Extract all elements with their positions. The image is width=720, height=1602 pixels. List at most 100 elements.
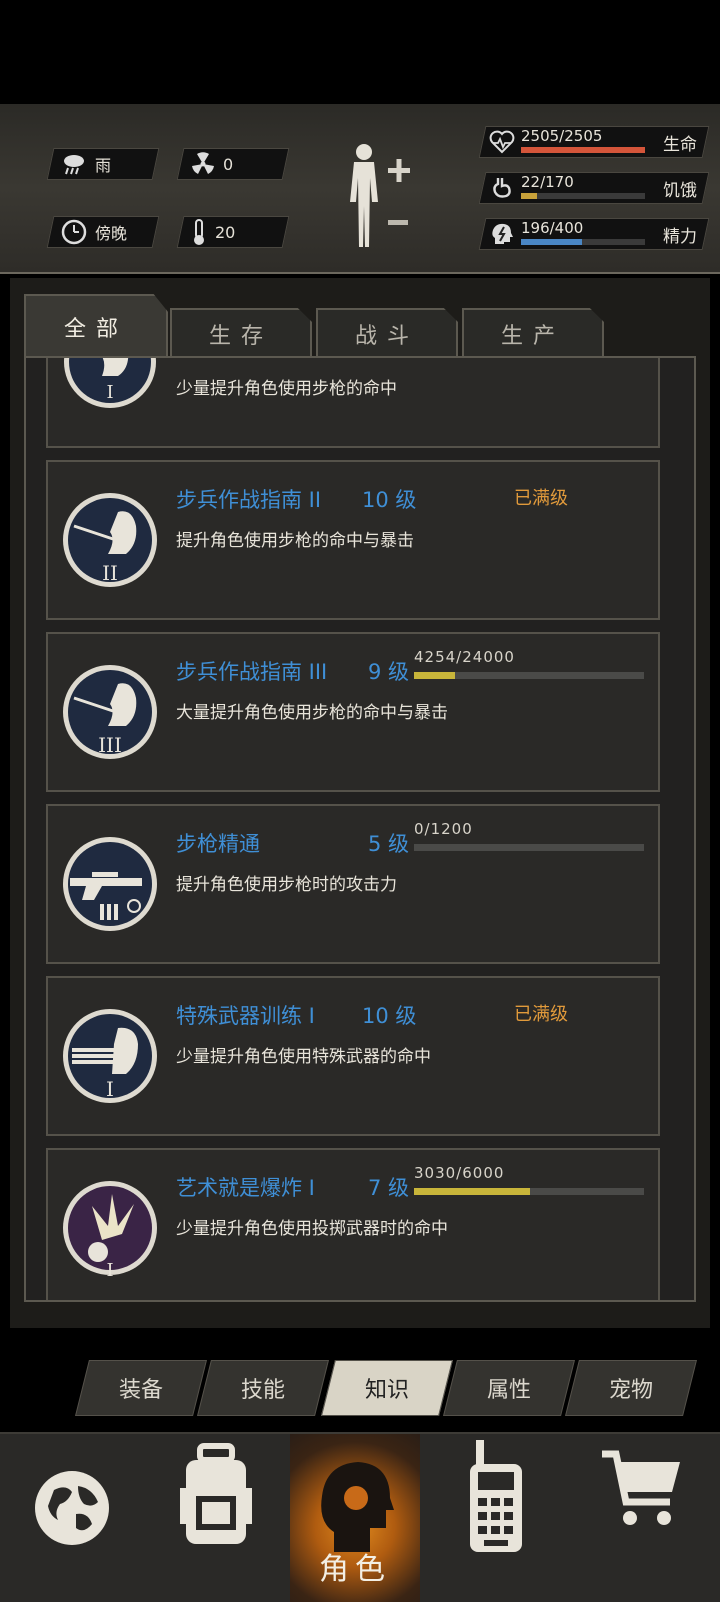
xp-progress-text: 0/1200 bbox=[414, 820, 473, 838]
skill-card[interactable]: II 步兵作战指南 II 10 级 已满级 提升角色使用步枪的命中与暴击 bbox=[46, 460, 660, 620]
health-value: 2505/2505 bbox=[521, 127, 603, 145]
hunger-value: 22/170 bbox=[521, 173, 574, 191]
max-level-badge: 已满级 bbox=[514, 488, 568, 509]
head-lightning-icon bbox=[492, 223, 513, 244]
skill-name: 艺术就是爆炸 I bbox=[176, 1176, 315, 1200]
subtab-equipment[interactable]: 装备 bbox=[75, 1360, 207, 1416]
character-head-icon bbox=[321, 1462, 394, 1552]
xp-progress-bar bbox=[414, 1188, 644, 1195]
skill-description: 提升角色使用步枪的命中与暴击 bbox=[176, 531, 414, 551]
nav-character-button[interactable]: 角色 bbox=[290, 1434, 420, 1602]
rain-cloud-icon bbox=[64, 155, 84, 175]
rifle-ammo-icon bbox=[63, 837, 157, 931]
numeral-badge: I bbox=[106, 1260, 113, 1281]
subtab-skills[interactable]: 技能 bbox=[197, 1360, 329, 1416]
energy-value: 196/400 bbox=[521, 219, 584, 237]
skill-name: 特殊武器训练 I bbox=[176, 1004, 315, 1028]
explosion-icon: I bbox=[63, 1181, 157, 1281]
skill-name: 步兵作战指南 III bbox=[176, 660, 328, 684]
xp-progress-bar bbox=[414, 672, 644, 679]
tab-combat[interactable]: 战斗 bbox=[316, 308, 458, 358]
tab-all[interactable]: 全部 bbox=[24, 294, 168, 358]
time-chip: 傍晚 bbox=[46, 216, 160, 248]
numeral-badge: III bbox=[98, 733, 122, 757]
hunger-bar bbox=[521, 193, 645, 199]
character-subnav: 装备 技能 知识 属性 宠物 bbox=[72, 1360, 708, 1418]
nav-world-button[interactable] bbox=[0, 1434, 144, 1602]
xp-progress-fill bbox=[414, 672, 455, 679]
skill-description: 少量提升角色使用步枪的命中 bbox=[176, 379, 397, 399]
nav-shop-button[interactable] bbox=[570, 1434, 720, 1602]
backpack-icon bbox=[180, 1443, 252, 1544]
health-bar-fill bbox=[521, 147, 645, 153]
hunger-stat: 22/170 饥饿 bbox=[478, 172, 710, 204]
skill-level: 10 级 bbox=[362, 488, 417, 512]
numeral-badge: I bbox=[106, 1077, 114, 1101]
minigun-icon: I bbox=[63, 1009, 157, 1103]
skills-panel: 全部 生存 战斗 生产 I 少量提升角色使用步枪的命中 II 步兵作战指南 II bbox=[10, 278, 710, 1328]
energy-bar-fill bbox=[521, 239, 582, 245]
xp-progress-text: 4254/24000 bbox=[414, 648, 515, 666]
nav-radio-button[interactable] bbox=[420, 1434, 570, 1602]
nav-character-label: 角色 bbox=[319, 1552, 391, 1587]
rifle-marksman-icon: I bbox=[64, 358, 156, 408]
skill-card[interactable]: I 特殊武器训练 I 10 级 已满级 少量提升角色使用特殊武器的命中 bbox=[46, 976, 660, 1136]
shopping-cart-icon bbox=[602, 1450, 680, 1525]
skill-level: 10 级 bbox=[362, 1004, 417, 1028]
subtab-knowledge[interactable]: 知识 bbox=[321, 1360, 453, 1416]
hunger-label: 饥饿 bbox=[663, 181, 697, 201]
subtab-knowledge-label: 知识 bbox=[364, 1378, 409, 1403]
skill-level: 7 级 bbox=[368, 1176, 410, 1200]
heart-icon bbox=[489, 130, 515, 154]
skill-card[interactable]: III 步兵作战指南 III 9 级 4254/24000 大量提升角色使用步枪… bbox=[46, 632, 660, 792]
rifle-marksman-icon: II bbox=[63, 493, 157, 587]
skill-list[interactable]: I 少量提升角色使用步枪的命中 II 步兵作战指南 II 10 级 已满级 提升… bbox=[24, 356, 696, 1302]
skill-level: 5 级 bbox=[368, 832, 410, 856]
numeral-badge: I bbox=[106, 382, 113, 403]
subtab-attributes-label: 属性 bbox=[486, 1378, 531, 1403]
status-panel: 雨 0 傍晚 20 2505/2505 生命 22/170 饥饿 196/400… bbox=[0, 104, 720, 274]
thermometer-icon bbox=[194, 219, 204, 245]
max-level-badge: 已满级 bbox=[514, 1004, 568, 1025]
numeral-badge: II bbox=[102, 561, 118, 585]
health-bar bbox=[521, 147, 645, 153]
subtab-pets[interactable]: 宠物 bbox=[565, 1360, 697, 1416]
skill-name: 步枪精通 bbox=[176, 832, 260, 856]
subtab-equipment-label: 装备 bbox=[118, 1378, 163, 1403]
skill-description: 少量提升角色使用投掷武器时的命中 bbox=[176, 1219, 448, 1239]
weather-value: 雨 bbox=[95, 156, 112, 175]
health-label: 生命 bbox=[663, 135, 697, 155]
subtab-pets-label: 宠物 bbox=[608, 1378, 653, 1403]
walkie-talkie-icon bbox=[470, 1440, 522, 1552]
tab-production[interactable]: 生产 bbox=[462, 308, 604, 358]
skill-description: 大量提升角色使用步枪的命中与暴击 bbox=[176, 703, 448, 723]
body-figure-icon[interactable] bbox=[344, 142, 416, 252]
bottom-nav: 角色 bbox=[0, 1432, 720, 1602]
skill-description: 提升角色使用步枪时的攻击力 bbox=[176, 875, 397, 895]
radiation-value: 0 bbox=[223, 154, 234, 174]
radiation-chip: 0 bbox=[176, 148, 290, 180]
stomach-icon bbox=[493, 178, 511, 198]
time-value: 傍晚 bbox=[95, 224, 128, 243]
subtab-skills-label: 技能 bbox=[240, 1378, 285, 1403]
skill-level: 9 级 bbox=[368, 660, 410, 684]
clock-icon bbox=[61, 219, 87, 245]
energy-label: 精力 bbox=[663, 227, 697, 247]
hunger-bar-fill bbox=[521, 193, 538, 199]
globe-icon bbox=[35, 1471, 109, 1545]
rifle-marksman-icon: III bbox=[63, 665, 157, 759]
skill-name: 步兵作战指南 II bbox=[176, 488, 322, 512]
xp-progress-fill bbox=[414, 1188, 531, 1195]
tab-survival[interactable]: 生存 bbox=[170, 308, 312, 358]
skill-description: 少量提升角色使用特殊武器的命中 bbox=[176, 1047, 431, 1067]
skill-card[interactable]: 步枪精通 5 级 0/1200 提升角色使用步枪时的攻击力 bbox=[46, 804, 660, 964]
weather-chip: 雨 bbox=[46, 148, 160, 180]
energy-stat: 196/400 精力 bbox=[478, 218, 710, 250]
energy-bar bbox=[521, 239, 645, 245]
nav-backpack-button[interactable] bbox=[144, 1434, 290, 1602]
health-stat: 2505/2505 生命 bbox=[478, 126, 710, 158]
skill-card[interactable]: I 艺术就是爆炸 I 7 级 3030/6000 少量提升角色使用投掷武器时的命… bbox=[46, 1148, 660, 1300]
xp-progress-bar bbox=[414, 844, 644, 851]
skill-card[interactable]: I 少量提升角色使用步枪的命中 bbox=[46, 358, 660, 448]
subtab-attributes[interactable]: 属性 bbox=[443, 1360, 575, 1416]
